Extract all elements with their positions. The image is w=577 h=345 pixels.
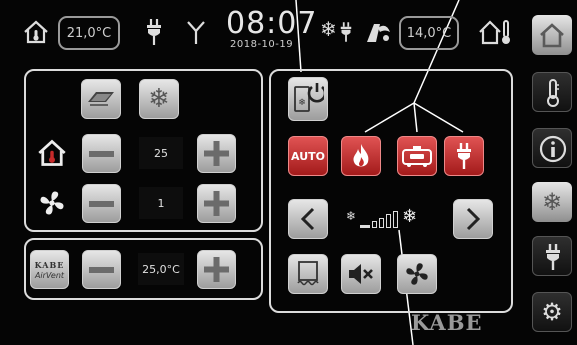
floor-heating-icon	[88, 92, 114, 106]
info-icon	[539, 135, 567, 163]
airvent-temp-decrease-button[interactable]	[82, 250, 121, 289]
fan-icon	[40, 191, 64, 215]
ac-power-icon: ❄	[294, 83, 324, 112]
level-bar-4	[386, 214, 391, 228]
fan-speed-value: 1	[139, 187, 183, 219]
gas-bottle-mode-button[interactable]	[397, 136, 437, 176]
house-thermometer-icon	[24, 20, 48, 44]
next-level-button[interactable]	[453, 199, 493, 239]
chevron-left-icon	[300, 207, 315, 231]
snowflake-icon: ❄	[148, 84, 170, 114]
low-snowflake-icon: ❄	[346, 209, 357, 223]
home-icon	[540, 23, 564, 48]
sidebar-power-button[interactable]	[532, 236, 572, 276]
thermometer-icon	[547, 79, 559, 107]
minus-icon	[89, 200, 114, 207]
chevron-right-icon	[466, 207, 481, 231]
gas-bottle-icon	[402, 146, 432, 167]
sidebar-thermometer-button[interactable]	[532, 72, 572, 112]
auto-label: AUTO	[291, 149, 325, 163]
antenna-icon	[187, 21, 205, 44]
flame-icon	[353, 144, 369, 167]
electric-mode-button[interactable]	[444, 136, 484, 176]
floor-heating-icon	[297, 261, 319, 286]
mute-icon	[349, 264, 373, 284]
clock-date: 2018-10-19	[230, 39, 294, 50]
minus-icon	[89, 266, 114, 273]
plus-icon	[204, 141, 229, 166]
sidebar-settings-button[interactable]: ⚙	[532, 292, 572, 332]
airvent-temp-increase-button[interactable]	[197, 250, 236, 289]
level-bar-1	[360, 225, 370, 228]
power-level-indicator: ❄ ❄	[346, 206, 434, 232]
control-screen: 21,0°C 08:07 2018-10-19 ❄ 14,0°C ❄ 25 1 …	[0, 0, 577, 345]
temp-increase-button[interactable]	[197, 134, 236, 173]
house-temperature-icon	[38, 139, 66, 166]
gas-mode-button[interactable]	[341, 136, 381, 176]
floor-heating-toggle-button[interactable]	[288, 254, 328, 294]
fan-increase-button[interactable]	[197, 184, 236, 223]
plug-icon	[457, 143, 471, 169]
cooling-mode-button[interactable]: ❄	[139, 79, 179, 119]
gear-icon: ⚙	[541, 298, 563, 326]
snowflake-icon: ❄	[541, 188, 563, 216]
indoor-temp-display: 21,0°C	[58, 16, 120, 50]
high-snowflake-icon: ❄	[402, 206, 418, 227]
plug-icon	[546, 244, 560, 270]
auto-mode-button[interactable]: AUTO	[288, 136, 328, 176]
temp-decrease-button[interactable]	[82, 134, 121, 173]
outdoor-temp-display: 14,0°C	[399, 16, 459, 50]
target-temperature-value: 25	[139, 137, 183, 169]
fan-icon	[406, 263, 428, 285]
snowflake-status-icon: ❄	[320, 17, 337, 41]
kabe-watermark: KABE	[411, 310, 483, 335]
svg-text:❄: ❄	[298, 98, 306, 108]
mute-button[interactable]	[341, 254, 381, 294]
plus-icon	[204, 257, 229, 282]
sidebar-climate-button[interactable]: ❄	[532, 182, 572, 222]
sidebar-home-button[interactable]	[532, 15, 572, 55]
fan-mode-button[interactable]	[397, 254, 437, 294]
fan-decrease-button[interactable]	[82, 184, 121, 223]
floor-heating-button[interactable]	[81, 79, 121, 119]
weather-icon	[367, 24, 390, 42]
level-bar-2	[372, 221, 377, 228]
level-bar-3	[379, 218, 384, 228]
outdoor-house-thermometer-icon	[479, 20, 510, 45]
ac-power-button[interactable]: ❄	[288, 77, 328, 121]
clock-time: 08:07	[226, 6, 318, 41]
previous-level-button[interactable]	[288, 199, 328, 239]
plug-status-icon	[340, 22, 352, 42]
plus-icon	[204, 191, 229, 216]
airvent-temperature-value: 25,0°C	[138, 253, 184, 285]
kabe-logo: KABE	[34, 259, 65, 270]
sidebar-info-button[interactable]	[532, 128, 572, 168]
level-bar-5	[393, 211, 398, 228]
plug-icon	[147, 19, 161, 45]
minus-icon	[89, 150, 114, 157]
airvent-button[interactable]: KABE AirVent	[30, 250, 69, 289]
airvent-label: AirVent	[34, 270, 65, 280]
